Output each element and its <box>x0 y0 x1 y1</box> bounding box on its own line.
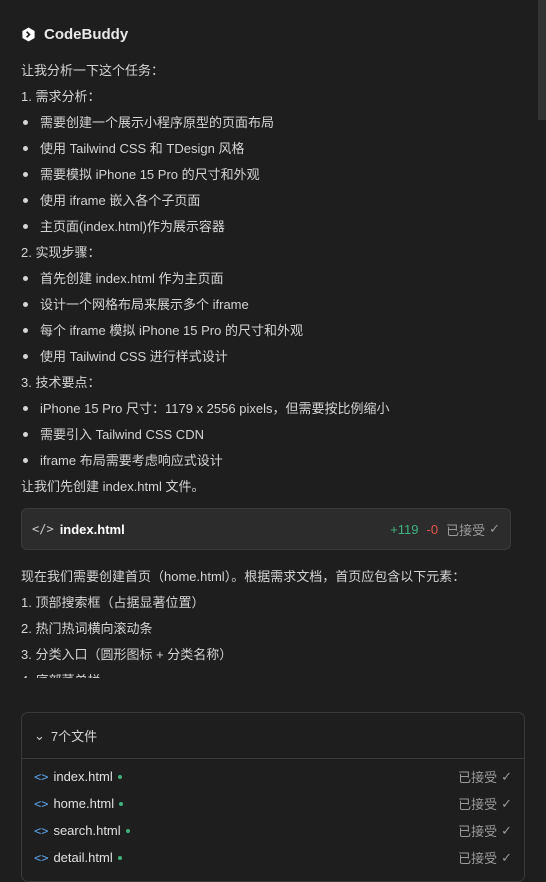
line-text: 设计一个网格布局来展示多个 iframe <box>40 297 249 312</box>
bullet-dot-icon <box>23 354 28 360</box>
file-change-name[interactable]: index.html <box>60 522 125 537</box>
code-icon: </> <box>32 522 54 536</box>
status-dot-icon <box>117 774 122 779</box>
file-name[interactable]: index.html <box>53 769 112 784</box>
line-text: 首先创建 index.html 作为主页面 <box>40 271 224 286</box>
bullet-dot-icon <box>23 120 28 126</box>
additions-count: +119 <box>390 521 419 537</box>
accepted-status: 已接受 <box>446 522 486 538</box>
message-text: 1. 需求分析： <box>21 84 526 110</box>
status-dot-icon <box>119 801 124 806</box>
code-icon: <> <box>34 796 49 811</box>
chat-transcript: 让我分析一下这个任务： 1. 需求分析： 需要创建一个展示小程序原型的页面布局 使用 … <box>21 58 526 678</box>
bullet-item: 每个 iframe 模拟 iPhone 15 Pro 的尺寸和外观 <box>21 318 526 344</box>
line-text: 1. 顶部搜索框（占据显著位置） <box>21 595 205 610</box>
bullet-item: 需要引入 Tailwind CSS CDN <box>21 422 526 448</box>
assistant-message-2: 现在我们需要创建首页（home.html）。根据需求文档，首页应包含以下元素： 1… <box>21 564 526 678</box>
code-icon: <> <box>34 850 49 865</box>
file-status: 已接受 <box>458 824 498 839</box>
status-dot-icon <box>125 828 130 833</box>
line-text: 3. 技术要点： <box>21 375 101 390</box>
bullet-item: 使用 Tailwind CSS 和 TDesign 风格 <box>21 136 526 162</box>
line-text: 2. 热门热词横向滚动条 <box>21 621 153 636</box>
bullet-item: 使用 iframe 嵌入各个子页面 <box>21 188 526 214</box>
bullet-item: 需要模拟 iPhone 15 Pro 的尺寸和外观 <box>21 162 526 188</box>
line-text: 主页面(index.html)作为展示容器 <box>40 219 225 234</box>
check-icon: ✓ <box>489 521 500 536</box>
bullet-dot-icon <box>23 276 28 282</box>
files-count-label: 7个文件 <box>50 729 98 744</box>
message-text: 让我分析一下这个任务： <box>21 58 526 84</box>
bullet-item: 设计一个网格布局来展示多个 iframe <box>21 292 526 318</box>
line-text: 让我分析一下这个任务： <box>21 63 165 78</box>
bullet-dot-icon <box>23 172 28 178</box>
file-status: 已接受 <box>458 770 498 785</box>
check-icon: ✓ <box>501 795 512 811</box>
file-row[interactable]: <> detail.html 已接受 ✓ <box>22 844 524 871</box>
bullet-dot-icon <box>23 328 28 334</box>
chevron-down-icon[interactable]: ⌄ <box>34 728 45 744</box>
file-change-card[interactable]: </> index.html +119 -0 已接受 ✓ <box>21 508 511 550</box>
code-icon: <> <box>34 769 49 784</box>
message-text: 2. 实现步骤： <box>21 240 526 266</box>
bullet-dot-icon <box>23 146 28 152</box>
line-text: iPhone 15 Pro 尺寸：1179 x 2556 pixels，但需要按… <box>40 401 390 416</box>
files-panel-header[interactable]: ⌄ 7个文件 <box>22 713 524 759</box>
app-name: CodeBuddy <box>44 26 129 43</box>
file-name[interactable]: home.html <box>53 796 114 811</box>
line-text: 现在我们需要创建首页（home.html）。根据需求文档，首页应包含以下元素： <box>21 569 466 584</box>
deletions-count: -0 <box>426 521 439 537</box>
file-status: 已接受 <box>458 851 498 866</box>
scrollbar[interactable] <box>538 0 546 120</box>
file-row[interactable]: <> index.html 已接受 ✓ <box>22 763 524 790</box>
line-text: 需要创建一个展示小程序原型的页面布局 <box>40 115 275 130</box>
message-text: 1. 顶部搜索框（占据显著位置） <box>21 590 526 616</box>
line-text: 让我们先创建 index.html 文件。 <box>21 479 205 494</box>
line-text: 2. 实现步骤： <box>21 245 101 260</box>
line-text: 需要引入 Tailwind CSS CDN <box>40 427 204 442</box>
bullet-dot-icon <box>23 302 28 308</box>
bullet-item: 主页面(index.html)作为展示容器 <box>21 214 526 240</box>
message-text: 让我们先创建 index.html 文件。 <box>21 474 526 500</box>
line-text: 4. 底部菜单栏 <box>21 673 100 678</box>
bullet-dot-icon <box>23 432 28 438</box>
file-name[interactable]: detail.html <box>53 850 112 865</box>
bullet-dot-icon <box>23 224 28 230</box>
message-text: 现在我们需要创建首页（home.html）。根据需求文档，首页应包含以下元素： <box>21 564 526 590</box>
line-text: 使用 iframe 嵌入各个子页面 <box>40 193 201 208</box>
file-name[interactable]: search.html <box>53 823 120 838</box>
line-text: 每个 iframe 模拟 iPhone 15 Pro 的尺寸和外观 <box>40 323 303 338</box>
message-text: 3. 技术要点： <box>21 370 526 396</box>
file-row[interactable]: <> search.html 已接受 ✓ <box>22 817 524 844</box>
bullet-item: iPhone 15 Pro 尺寸：1179 x 2556 pixels，但需要按… <box>21 396 526 422</box>
bullet-item: 首先创建 index.html 作为主页面 <box>21 266 526 292</box>
file-status: 已接受 <box>458 797 498 812</box>
line-text: 使用 Tailwind CSS 进行样式设计 <box>40 349 228 364</box>
bullet-item: 需要创建一个展示小程序原型的页面布局 <box>21 110 526 136</box>
app-header: CodeBuddy <box>21 26 128 43</box>
code-icon: <> <box>34 823 49 838</box>
codebuddy-logo-icon <box>22 27 35 42</box>
message-text: 3. 分类入口（圆形图标 + 分类名称） <box>21 642 526 668</box>
file-row[interactable]: <> home.html 已接受 ✓ <box>22 790 524 817</box>
line-text: 1. 需求分析： <box>21 89 101 104</box>
bullet-item: iframe 布局需要考虑响应式设计 <box>21 448 526 474</box>
bullet-dot-icon <box>23 198 28 204</box>
assistant-message: 让我分析一下这个任务： 1. 需求分析： 需要创建一个展示小程序原型的页面布局 使用 … <box>21 58 526 500</box>
bullet-item: 使用 Tailwind CSS 进行样式设计 <box>21 344 526 370</box>
line-text: iframe 布局需要考虑响应式设计 <box>40 453 223 468</box>
check-icon: ✓ <box>501 822 512 838</box>
bullet-dot-icon <box>23 406 28 412</box>
line-text: 3. 分类入口（圆形图标 + 分类名称） <box>21 647 233 662</box>
bullet-dot-icon <box>23 458 28 464</box>
files-panel: ⌄ 7个文件 <> index.html 已接受 ✓ <> home.html 已接受 ✓ <>… <box>21 712 525 882</box>
line-text: 需要模拟 iPhone 15 Pro 的尺寸和外观 <box>40 167 260 182</box>
status-dot-icon <box>117 855 122 860</box>
check-icon: ✓ <box>501 768 512 784</box>
file-list: <> index.html 已接受 ✓ <> home.html 已接受 ✓ <> search.… <box>22 763 524 871</box>
message-text: 4. 底部菜单栏 <box>21 668 526 678</box>
line-text: 使用 Tailwind CSS 和 TDesign 风格 <box>40 141 245 156</box>
check-icon: ✓ <box>501 849 512 865</box>
message-text: 2. 热门热词横向滚动条 <box>21 616 526 642</box>
